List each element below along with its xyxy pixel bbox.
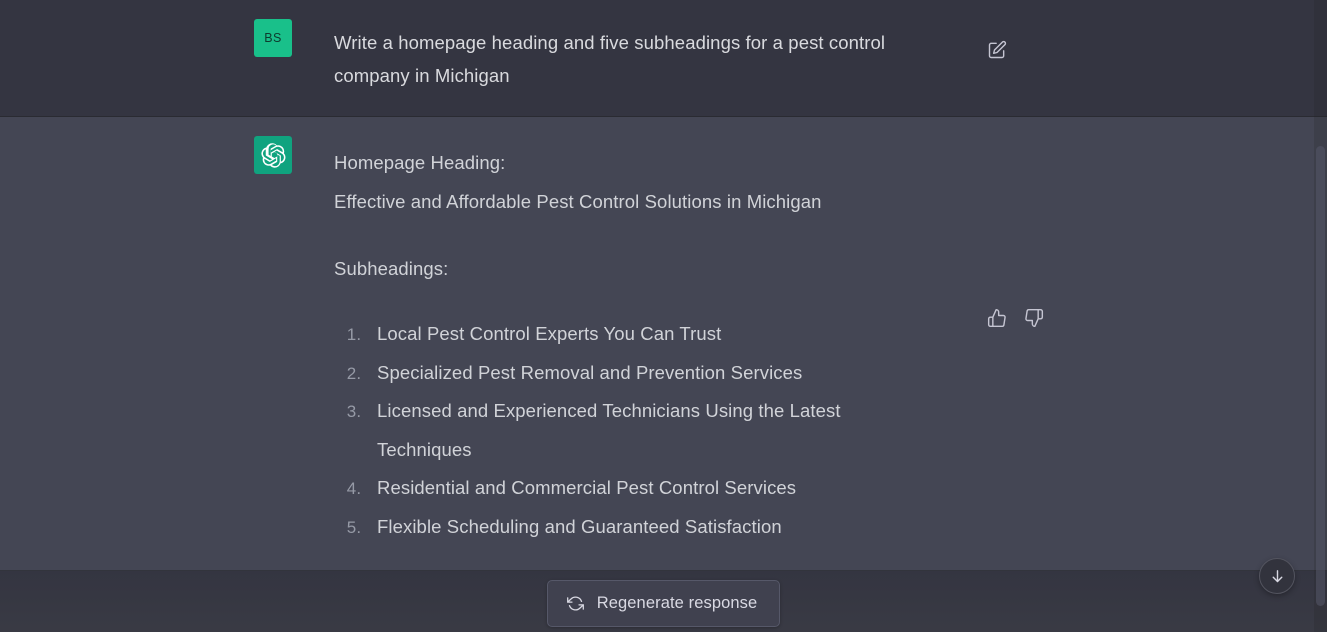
message-body-assistant: Homepage Heading: Effective and Affordab… xyxy=(334,141,934,546)
response-subheadings-label: Subheadings: xyxy=(334,258,449,279)
avatar-column xyxy=(254,136,292,546)
scrollbar-thumb[interactable] xyxy=(1316,146,1325,606)
scrollbar-track[interactable] xyxy=(1314,0,1327,632)
thumbs-down-button[interactable] xyxy=(1021,305,1047,331)
list-item: Licensed and Experienced Technicians Usi… xyxy=(366,392,934,469)
avatar: BS xyxy=(254,19,292,57)
regenerate-response-label: Regenerate response xyxy=(596,594,758,612)
message-inner: Homepage Heading: Effective and Affordab… xyxy=(0,117,1327,570)
chat-scroll-area[interactable]: BS Write a homepage heading and five sub… xyxy=(0,0,1327,632)
list-item: Flexible Scheduling and Guaranteed Satis… xyxy=(366,508,934,547)
response-heading-label: Homepage Heading: xyxy=(334,152,506,173)
thumbs-up-button[interactable] xyxy=(984,305,1010,331)
message-row-user: BS Write a homepage heading and five sub… xyxy=(0,0,1327,117)
list-item: Residential and Commercial Pest Control … xyxy=(366,469,934,508)
edit-icon xyxy=(987,40,1007,60)
message-body-user: Write a homepage heading and five subhea… xyxy=(334,24,934,92)
avatar-column: BS xyxy=(254,19,292,92)
assistant-message-actions xyxy=(984,305,1047,331)
edit-icon-button[interactable] xyxy=(984,37,1010,63)
user-message-actions xyxy=(984,37,1010,63)
thumbs-down-icon xyxy=(1024,308,1044,328)
message-inner: BS Write a homepage heading and five sub… xyxy=(0,0,1327,116)
refresh-icon xyxy=(566,595,584,612)
avatar-initials: BS xyxy=(264,31,282,45)
openai-logo-icon xyxy=(260,142,286,168)
arrow-down-icon xyxy=(1269,568,1286,585)
response-heading-value: Effective and Affordable Pest Control So… xyxy=(334,191,822,212)
thumbs-up-icon xyxy=(987,308,1007,328)
avatar xyxy=(254,136,292,174)
user-message-text: Write a homepage heading and five subhea… xyxy=(334,32,891,86)
message-row-assistant: Homepage Heading: Effective and Affordab… xyxy=(0,117,1327,571)
scroll-to-bottom-button[interactable] xyxy=(1259,558,1295,594)
regenerate-response-button[interactable]: Regenerate response xyxy=(546,580,781,627)
list-item: Specialized Pest Removal and Prevention … xyxy=(366,354,934,393)
subheadings-list: Local Pest Control Experts You Can Trust… xyxy=(334,315,934,546)
list-item: Local Pest Control Experts You Can Trust xyxy=(366,315,934,354)
